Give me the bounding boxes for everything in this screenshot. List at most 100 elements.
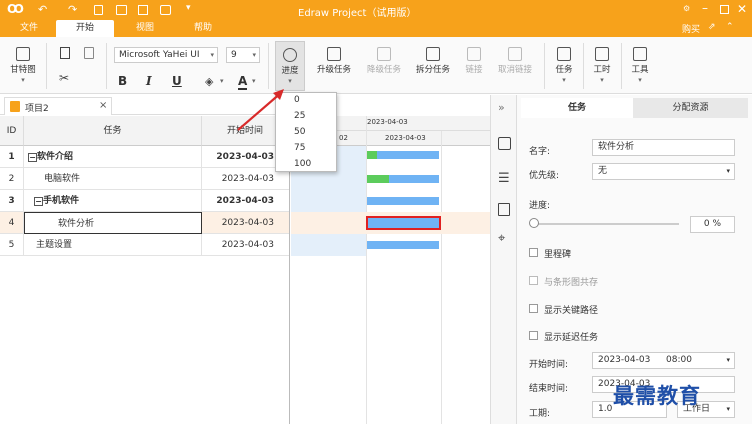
font-family-select[interactable]: Microsoft YaHei UI ▾ [114, 47, 218, 63]
chevron-down-icon[interactable]: ▾ [252, 77, 256, 85]
share-icon[interactable]: ⇗ [708, 22, 716, 32]
save-icon[interactable] [138, 5, 148, 15]
progress-pie-icon [283, 48, 297, 62]
link-icon [467, 47, 481, 61]
collapse-icon[interactable]: − [28, 153, 37, 162]
progress-input[interactable]: 0 % [690, 216, 735, 233]
progress-option-100[interactable]: 100 [294, 159, 311, 169]
maximize-icon[interactable] [720, 5, 729, 14]
downgrade-task-button[interactable]: 降级任务 [364, 47, 404, 75]
critical-path-checkbox[interactable] [529, 304, 538, 313]
collapse-icon[interactable]: − [34, 197, 43, 206]
fill-color-icon[interactable]: ◈ [205, 75, 213, 88]
close-tab-icon[interactable]: × [99, 100, 107, 111]
minimize-icon[interactable]: – [702, 1, 708, 15]
font-size-select[interactable]: 9 ▾ [226, 47, 260, 63]
gantt-icon [16, 47, 30, 61]
gantt-view-button[interactable]: 甘特图 ▾ [8, 47, 38, 85]
table-row[interactable]: 1 −软件介绍 2023-04-03 [0, 146, 289, 168]
gantt-day-mid: 2023-04-03 [385, 134, 426, 142]
open-icon[interactable] [116, 5, 127, 15]
milestone-checkbox[interactable] [529, 248, 538, 257]
resource-icon[interactable] [498, 203, 510, 216]
settings-icon[interactable]: ⚙ [683, 4, 690, 13]
delay-task-label: 显示延迟任务 [544, 333, 599, 343]
indent-right-icon [377, 47, 391, 61]
unlink-button[interactable]: 取消链接 [494, 47, 536, 75]
progress-option-50[interactable]: 50 [294, 127, 305, 137]
start-time-label: 开始时间: [529, 360, 569, 370]
redo-icon[interactable]: ↷ [68, 3, 77, 16]
collapse-ribbon-icon[interactable]: ⌃ [726, 22, 734, 32]
side-icon-strip: » ☰ ⌖ [490, 95, 517, 424]
tab-assign-resource[interactable]: 分配资源 [633, 98, 748, 118]
copy-icon[interactable] [60, 47, 70, 59]
start-time-input[interactable]: 2023-04-03 08:00 ▾ [592, 352, 735, 369]
table-row[interactable]: 2 电脑软件 2023-04-03 [0, 168, 289, 190]
coexist-checkbox[interactable] [529, 276, 538, 285]
tab-task-properties[interactable]: 任务 [521, 98, 633, 118]
progress-slider-track[interactable] [531, 223, 679, 225]
link-button[interactable]: 链接 [460, 47, 488, 75]
tools-button[interactable]: 工具 ▾ [628, 47, 652, 85]
worktime-button[interactable]: 工时 ▾ [590, 47, 614, 85]
column-header-task[interactable]: 任务 [24, 116, 202, 146]
close-window-icon[interactable]: ✕ [737, 2, 747, 16]
progress-option-0[interactable]: 0 [294, 95, 300, 105]
ribbon-separator [583, 43, 584, 89]
new-icon[interactable] [94, 5, 103, 15]
gantt-bar[interactable] [367, 241, 439, 249]
task-properties-icon[interactable] [498, 137, 511, 150]
table-row[interactable]: 3 −手机软件 2023-04-03 [0, 190, 289, 212]
gantt-bar-selected[interactable] [366, 216, 441, 230]
tag-icon[interactable]: ⌖ [498, 231, 505, 246]
task-grid: ID 任务 开始时间 1 −软件介绍 2023-04-03 2 电脑软件 202… [0, 116, 290, 424]
tab-view[interactable]: 视图 [122, 20, 168, 37]
buy-link[interactable]: 购买 [682, 22, 700, 35]
task-name-input[interactable]: 软件分析 [592, 139, 735, 156]
name-label: 名字: [529, 147, 551, 157]
underline-button[interactable]: U [172, 74, 182, 88]
chevron-down-icon[interactable]: ▾ [220, 77, 224, 85]
table-row-selected[interactable]: 4 软件分析 2023-04-03 [0, 212, 289, 234]
ribbon-separator [621, 43, 622, 89]
menu-bar: 文件 开始 视图 帮助 购买 ⇗ ⌃ [0, 20, 752, 37]
tab-help[interactable]: 帮助 [180, 20, 226, 37]
gantt-bar[interactable] [367, 197, 439, 205]
list-icon[interactable]: ☰ [498, 171, 510, 186]
paste-icon[interactable] [84, 47, 94, 59]
gantt-bar[interactable] [367, 151, 439, 159]
progress-button[interactable]: 进度 ▾ [275, 41, 305, 91]
task-menu-button[interactable]: 任务 ▾ [552, 47, 576, 85]
print-icon[interactable] [160, 5, 171, 15]
quick-access-more-icon[interactable]: ▾ [186, 3, 191, 13]
progress-slider-handle[interactable] [529, 218, 539, 228]
bold-button[interactable]: B [118, 74, 127, 88]
undo-icon[interactable]: ↶ [38, 3, 47, 16]
ribbon: 甘特图 ▾ ✂ Microsoft YaHei UI ▾ 9 ▾ B I U ◈ ▾… [0, 37, 752, 94]
tab-start[interactable]: 开始 [56, 20, 114, 37]
ribbon-separator [544, 43, 545, 89]
split-icon [426, 47, 440, 61]
indent-left-icon [327, 47, 341, 61]
progress-option-75[interactable]: 75 [294, 143, 305, 153]
expand-panel-icon[interactable]: » [498, 101, 505, 114]
title-bar: Ꝏ ↶ ↷ ▾ Edraw Project（试用版） ⚙ – ✕ [0, 0, 752, 20]
upgrade-task-button[interactable]: 升级任务 [314, 47, 354, 75]
split-task-button[interactable]: 拆分任务 [413, 47, 453, 75]
cut-icon[interactable]: ✂ [59, 71, 69, 85]
gantt-bar-progress [367, 175, 389, 183]
priority-select[interactable]: 无 ▾ [592, 163, 735, 180]
document-tab[interactable]: 项目2 × [4, 97, 112, 115]
progress-option-25[interactable]: 25 [294, 111, 305, 121]
table-row[interactable]: 5 主题设置 2023-04-03 [0, 234, 289, 256]
column-header-id[interactable]: ID [0, 116, 24, 146]
tools-icon [633, 47, 647, 61]
delay-task-checkbox[interactable] [529, 331, 538, 340]
italic-button[interactable]: I [146, 74, 152, 88]
duration-label: 工期: [529, 409, 551, 419]
annotation-arrow-icon [237, 89, 284, 131]
milestone-label: 里程碑 [544, 250, 572, 260]
chevron-down-icon: ▾ [210, 51, 214, 59]
tab-file[interactable]: 文件 [9, 20, 49, 37]
